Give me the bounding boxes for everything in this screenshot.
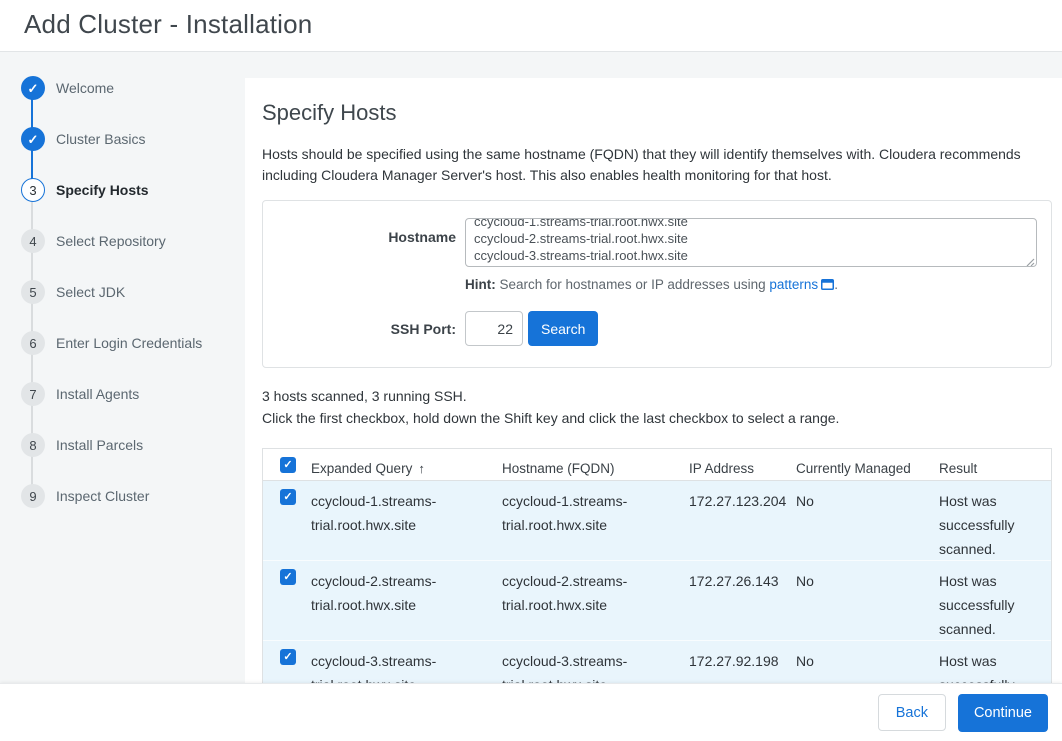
step-number-circle: 9 [21, 484, 45, 508]
ssh-port-label: SSH Port: [271, 321, 456, 337]
continue-button[interactable]: Continue [958, 694, 1048, 732]
table-row: ✓ ccycloud-1.streams-trial.root.hwx.site… [263, 481, 1051, 561]
step-number-circle: 7 [21, 382, 45, 406]
scan-instruction: Click the first checkbox, hold down the … [262, 410, 839, 426]
step-number: 5 [29, 285, 36, 300]
row-checkbox-cell: ✓ [263, 481, 311, 560]
cell-expanded-query: ccycloud-2.streams-trial.root.hwx.site [311, 561, 502, 640]
check-icon: ✓ [28, 133, 39, 146]
cell-ip-address: 172.27.26.143 [689, 561, 796, 640]
step-label: Select Repository [56, 233, 166, 249]
check-icon: ✓ [283, 652, 292, 663]
step-done-circle: ✓ [21, 76, 45, 100]
cell-ip-address: 172.27.123.204 [689, 481, 796, 560]
back-button[interactable]: Back [878, 694, 946, 731]
hint-prefix: Hint: [465, 277, 496, 292]
external-window-icon[interactable] [821, 278, 834, 293]
title-bar: Add Cluster - Installation [0, 0, 1062, 52]
sidebar-step-select-jdk: 5 Select JDK [0, 280, 245, 304]
page-title: Add Cluster - Installation [24, 9, 312, 40]
sidebar-step-enter-login-credentials: 6 Enter Login Credentials [0, 331, 245, 355]
section-description: Hosts should be specified using the same… [262, 144, 1040, 186]
main-panel: Specify Hosts Hosts should be specified … [245, 78, 1062, 741]
check-icon: ✓ [283, 460, 292, 471]
step-label: Select JDK [56, 284, 125, 300]
column-header-currently-managed[interactable]: Currently Managed [796, 449, 939, 480]
column-header-result[interactable]: Result [939, 449, 1053, 480]
cell-result: Host was successfully scanned. [939, 481, 1053, 560]
resize-handle-icon[interactable] [1024, 254, 1035, 265]
step-label: Welcome [56, 80, 114, 96]
hint-text: Search for hostnames or IP addresses usi… [496, 277, 770, 292]
hostname-label: Hostname [271, 229, 456, 245]
scan-summary: 3 hosts scanned, 3 running SSH. [262, 388, 467, 404]
cell-hostname: ccycloud-1.streams-trial.root.hwx.site [502, 481, 689, 560]
step-label: Install Agents [56, 386, 139, 402]
hosts-table: ✓ Expanded Query↑ Hostname (FQDN) IP Add… [262, 448, 1052, 722]
step-label: Install Parcels [56, 437, 143, 453]
step-number-circle: 4 [21, 229, 45, 253]
header-checkbox-cell: ✓ [263, 449, 311, 480]
hostname-textarea-value: ccycloud-1.streams-trial.root.hwx.site c… [474, 218, 1028, 264]
step-number: 3 [29, 183, 36, 198]
step-label: Inspect Cluster [56, 488, 149, 504]
host-search-form: Hostname ccycloud-1.streams-trial.root.h… [262, 200, 1052, 368]
row-checkbox-cell: ✓ [263, 561, 311, 640]
cell-currently-managed: No [796, 561, 939, 640]
column-header-expanded-query[interactable]: Expanded Query↑ [311, 449, 502, 480]
select-all-checkbox[interactable]: ✓ [280, 457, 296, 473]
step-label: Enter Login Credentials [56, 335, 202, 351]
step-number: 9 [29, 489, 36, 504]
wizard-footer: Back Continue [0, 683, 1062, 741]
sidebar-step-welcome: ✓ Welcome [0, 76, 245, 100]
sidebar-step-specify-hosts: 3 Specify Hosts [0, 178, 245, 202]
step-number-circle: 5 [21, 280, 45, 304]
step-number-circle: 3 [21, 178, 45, 202]
workspace: ✓ Welcome ✓ Cluster Basics 3 Specify Hos… [0, 52, 1062, 741]
sidebar-step-inspect-cluster: 9 Inspect Cluster [0, 484, 245, 508]
cell-hostname: ccycloud-2.streams-trial.root.hwx.site [502, 561, 689, 640]
column-header-hostname[interactable]: Hostname (FQDN) [502, 449, 689, 480]
sidebar-step-cluster-basics: ✓ Cluster Basics [0, 127, 245, 151]
sidebar-step-install-agents: 7 Install Agents [0, 382, 245, 406]
sidebar-step-install-parcels: 8 Install Parcels [0, 433, 245, 457]
step-number-circle: 8 [21, 433, 45, 457]
step-done-circle: ✓ [21, 127, 45, 151]
hint-suffix: . [834, 277, 838, 292]
step-number-circle: 6 [21, 331, 45, 355]
cell-currently-managed: No [796, 481, 939, 560]
hostname-textarea[interactable]: ccycloud-1.streams-trial.root.hwx.site c… [465, 218, 1037, 267]
wizard-sidebar: ✓ Welcome ✓ Cluster Basics 3 Specify Hos… [0, 52, 245, 741]
table-row: ✓ ccycloud-2.streams-trial.root.hwx.site… [263, 561, 1051, 641]
step-number: 7 [29, 387, 36, 402]
sort-ascending-icon[interactable]: ↑ [418, 461, 425, 476]
step-number: 4 [29, 234, 36, 249]
column-header-ip-address[interactable]: IP Address [689, 449, 796, 480]
check-icon: ✓ [28, 82, 39, 95]
step-number: 8 [29, 438, 36, 453]
hostname-hint: Hint: Search for hostnames or IP address… [465, 277, 838, 293]
search-button[interactable]: Search [528, 311, 598, 346]
row-checkbox[interactable]: ✓ [280, 569, 296, 585]
ssh-port-input[interactable] [465, 311, 523, 346]
row-checkbox[interactable]: ✓ [280, 649, 296, 665]
table-header-row: ✓ Expanded Query↑ Hostname (FQDN) IP Add… [263, 449, 1051, 481]
check-icon: ✓ [283, 572, 292, 583]
step-label: Specify Hosts [56, 182, 149, 198]
sidebar-step-select-repository: 4 Select Repository [0, 229, 245, 253]
patterns-link[interactable]: patterns [769, 277, 818, 292]
cell-expanded-query: ccycloud-1.streams-trial.root.hwx.site [311, 481, 502, 560]
step-label: Cluster Basics [56, 131, 145, 147]
section-heading: Specify Hosts [262, 100, 397, 126]
row-checkbox[interactable]: ✓ [280, 489, 296, 505]
cell-result: Host was successfully scanned. [939, 561, 1053, 640]
step-number: 6 [29, 336, 36, 351]
check-icon: ✓ [283, 492, 292, 503]
